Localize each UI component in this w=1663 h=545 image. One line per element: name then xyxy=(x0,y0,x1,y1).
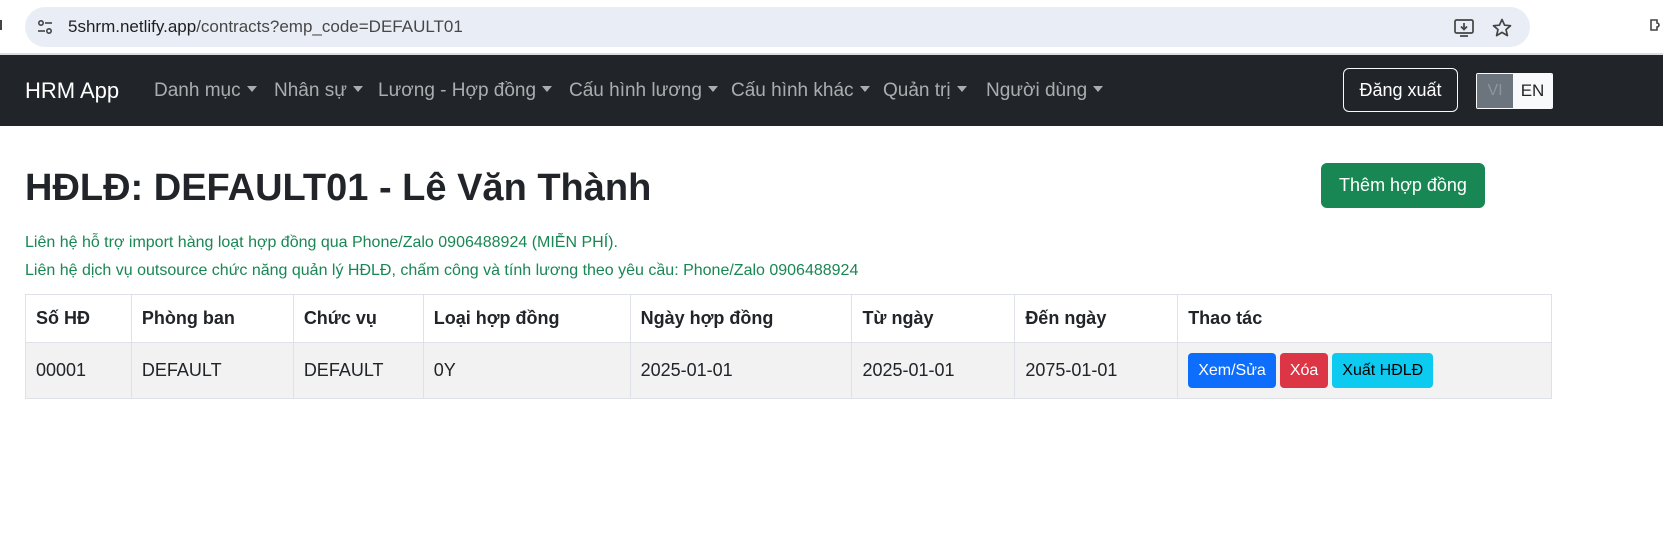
caret-down-icon xyxy=(707,86,718,92)
col-header-chuc-vu: Chức vụ xyxy=(292,294,424,343)
nav-label: Cấu hình khác xyxy=(731,80,854,101)
col-header-den-ngay: Đến ngày xyxy=(1014,294,1179,343)
nav-label: Danh mục xyxy=(154,80,241,101)
nav-nguoi-dung[interactable]: Người dùng xyxy=(986,78,1104,104)
support-notice-import: Liên hệ hỗ trợ import hàng loạt hợp đồng… xyxy=(25,234,618,251)
delete-button[interactable]: Xóa xyxy=(1279,353,1329,388)
cell-so-hd: 00001 xyxy=(25,342,132,399)
language-switcher: VI EN xyxy=(1476,73,1553,109)
nav-danh-muc[interactable]: Danh mục xyxy=(154,78,257,104)
address-bar[interactable]: 5shrm.netlify.app/contracts?emp_code=DEF… xyxy=(25,7,1530,47)
extensions-icon[interactable] xyxy=(1648,16,1663,36)
col-header-so-hd: Số HĐ xyxy=(25,294,132,343)
col-header-thao-tac: Thao tác xyxy=(1177,294,1552,343)
url-host: 5shrm.netlify.app xyxy=(68,17,197,36)
logout-button[interactable]: Đăng xuất xyxy=(1343,68,1458,112)
top-navbar: HRM App Danh mục Nhân sự Lương - Hợp đồn… xyxy=(0,55,1663,126)
table-row: 00001 DEFAULT DEFAULT 0Y 2025-01-01 2025… xyxy=(25,342,1552,399)
cell-phong-ban: DEFAULT xyxy=(130,342,294,399)
col-header-loai-hop-dong: Loại hợp đồng xyxy=(422,294,631,343)
cell-ngay-hd: 2025-01-01 xyxy=(629,342,853,399)
brand-link[interactable]: HRM App xyxy=(25,77,119,105)
lang-en-button[interactable]: EN xyxy=(1513,74,1552,108)
url-text[interactable]: 5shrm.netlify.app/contracts?emp_code=DEF… xyxy=(68,17,463,37)
star-bookmark-icon[interactable] xyxy=(1491,17,1513,39)
nav-label: Nhân sự xyxy=(274,80,347,101)
cell-actions: Xem/Sửa Xóa Xuất HĐLĐ xyxy=(1177,342,1552,399)
nav-label: Quản trị xyxy=(883,80,951,101)
tab-edge-icon xyxy=(0,18,4,32)
install-app-icon[interactable] xyxy=(1453,17,1475,39)
nav-label: Lương - Hợp đồng xyxy=(378,80,537,101)
contracts-table: Số HĐ Phòng ban Chức vụ Loại hợp đồng Ng… xyxy=(25,294,1552,399)
export-contract-button[interactable]: Xuất HĐLĐ xyxy=(1332,353,1434,388)
cell-loai-hd: 0Y xyxy=(422,342,631,399)
caret-down-icon xyxy=(352,86,363,92)
support-notice-outsource: Liên hệ dịch vụ outsource chức năng quản… xyxy=(25,262,859,279)
nav-cau-hinh-khac[interactable]: Cấu hình khác xyxy=(731,78,870,104)
nav-label: Cấu hình lương xyxy=(569,80,702,101)
cell-chuc-vu: DEFAULT xyxy=(292,342,424,399)
nav-nhan-su[interactable]: Nhân sự xyxy=(274,78,363,104)
view-edit-button[interactable]: Xem/Sửa xyxy=(1188,353,1276,388)
browser-chrome: 5shrm.netlify.app/contracts?emp_code=DEF… xyxy=(0,0,1663,55)
caret-down-icon xyxy=(859,86,870,92)
nav-cau-hinh-luong[interactable]: Cấu hình lương xyxy=(569,78,718,104)
cell-den-ngay: 2075-01-01 xyxy=(1014,342,1179,399)
url-path: /contracts?emp_code=DEFAULT01 xyxy=(196,17,463,36)
add-contract-button[interactable]: Thêm hợp đồng xyxy=(1321,163,1485,208)
site-settings-icon[interactable] xyxy=(35,17,55,37)
table-header-row: Số HĐ Phòng ban Chức vụ Loại hợp đồng Ng… xyxy=(25,294,1552,343)
caret-down-icon xyxy=(542,86,553,92)
lang-vi-button[interactable]: VI xyxy=(1477,74,1513,108)
nav-label: Người dùng xyxy=(986,80,1088,101)
page-title: HĐLĐ: DEFAULT01 - Lê Văn Thành xyxy=(25,167,652,209)
caret-down-icon xyxy=(1093,86,1104,92)
nav-luong-hop-dong[interactable]: Lương - Hợp đồng xyxy=(378,78,553,104)
caret-down-icon xyxy=(246,86,257,92)
col-header-tu-ngay: Từ ngày xyxy=(851,294,1016,343)
nav-quan-tri[interactable]: Quản trị xyxy=(883,78,967,104)
col-header-ngay-hop-dong: Ngày hợp đồng xyxy=(629,294,853,343)
cell-tu-ngay: 2025-01-01 xyxy=(851,342,1016,399)
col-header-phong-ban: Phòng ban xyxy=(130,294,294,343)
caret-down-icon xyxy=(956,86,967,92)
